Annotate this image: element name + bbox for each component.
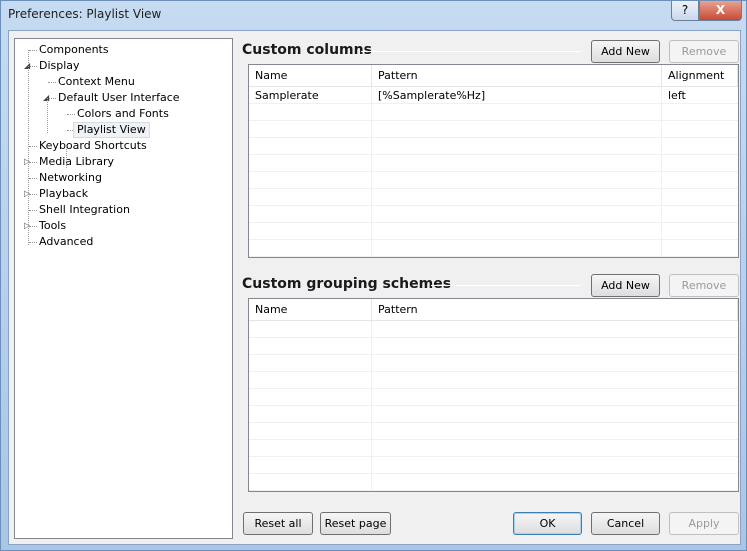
tree-connector (29, 242, 37, 243)
custom-grouping-table[interactable]: Name Pattern (248, 298, 739, 492)
table-row (249, 172, 738, 189)
dialog-client: Components ◢ Display Context Menu ◢ Default U… (8, 30, 741, 545)
table-row (249, 104, 738, 121)
window-title: Preferences: Playlist View (8, 7, 162, 21)
tree-item[interactable]: Advanced (39, 234, 93, 250)
table-row (249, 189, 738, 206)
tree-connector (29, 226, 37, 227)
preferences-window: Preferences: Playlist View ? X Component… (0, 0, 747, 551)
tree-connector (67, 114, 75, 115)
tree-connector (48, 98, 56, 99)
cancel-button[interactable]: Cancel (591, 512, 660, 535)
table-row (249, 155, 738, 172)
reset-page-button[interactable]: Reset page (320, 512, 391, 535)
tree-item[interactable]: Playlist View (73, 122, 150, 138)
divider (431, 285, 581, 286)
custom-columns-heading: Custom columns (242, 42, 372, 58)
tree-item[interactable]: Colors and Fonts (77, 106, 169, 122)
tree-item[interactable]: Networking (39, 170, 102, 186)
divider (361, 51, 581, 52)
table-cell: Samplerate (255, 89, 319, 102)
tree-item[interactable]: Media Library (39, 154, 114, 170)
table-row (249, 406, 738, 423)
table-row (249, 355, 738, 372)
table-row (249, 457, 738, 474)
preferences-tree[interactable]: Components ◢ Display Context Menu ◢ Default U… (14, 38, 233, 539)
table-row (249, 321, 738, 338)
table-cell: [%Samplerate%Hz] (378, 89, 486, 102)
help-button[interactable]: ? (671, 1, 699, 21)
column-header[interactable]: Alignment (662, 65, 738, 87)
tree-connector (29, 66, 37, 67)
tree-connector (28, 50, 29, 245)
apply-button[interactable]: Apply (669, 512, 739, 535)
table-header: Name Pattern (249, 299, 738, 321)
grouping-remove-button[interactable]: Remove (669, 274, 739, 297)
tree-item[interactable]: Components (39, 42, 109, 58)
table-row (249, 223, 738, 240)
close-button[interactable]: X (699, 1, 742, 21)
tree-connector (29, 194, 37, 195)
tree-connector (29, 210, 37, 211)
column-header[interactable]: Name (249, 65, 372, 87)
table-row (249, 138, 738, 155)
tree-item[interactable]: Playback (39, 186, 88, 202)
tree-item[interactable]: Shell Integration (39, 202, 130, 218)
table-cell: left (668, 89, 686, 102)
custom-columns-table[interactable]: Name Pattern Alignment Samplerate [%Samplera… (248, 64, 739, 258)
table-row (249, 121, 738, 138)
table-row (249, 240, 738, 257)
grouping-add-new-button[interactable]: Add New (591, 274, 660, 297)
tree-item[interactable]: Keyboard Shortcuts (39, 138, 147, 154)
table-row (249, 474, 738, 491)
columns-add-new-button[interactable]: Add New (591, 40, 660, 63)
column-header[interactable]: Name (249, 299, 372, 321)
custom-grouping-heading: Custom grouping schemes (242, 276, 452, 292)
column-header[interactable]: Pattern (372, 65, 662, 87)
column-header[interactable]: Pattern (372, 299, 738, 321)
tree-item[interactable]: Tools (39, 218, 66, 234)
reset-all-button[interactable]: Reset all (243, 512, 313, 535)
ok-button[interactable]: OK (513, 512, 582, 535)
tree-connector (29, 178, 37, 179)
table-row (249, 338, 738, 355)
tree-item[interactable]: Context Menu (58, 74, 135, 90)
table-row (249, 423, 738, 440)
tree-connector (47, 98, 48, 133)
tree-connector (29, 50, 37, 51)
table-row[interactable]: Samplerate [%Samplerate%Hz] left (249, 87, 738, 104)
tree-connector (66, 146, 67, 168)
table-row (249, 440, 738, 457)
columns-remove-button[interactable]: Remove (669, 40, 739, 63)
tree-connector (29, 162, 37, 163)
table-header: Name Pattern Alignment (249, 65, 738, 87)
tree-item[interactable]: Default User Interface (58, 90, 180, 106)
table-row (249, 206, 738, 223)
table-row (249, 372, 738, 389)
tree-item[interactable]: Display (39, 58, 80, 74)
tree-connector (48, 82, 56, 83)
tree-connector (29, 146, 37, 147)
table-row (249, 389, 738, 406)
